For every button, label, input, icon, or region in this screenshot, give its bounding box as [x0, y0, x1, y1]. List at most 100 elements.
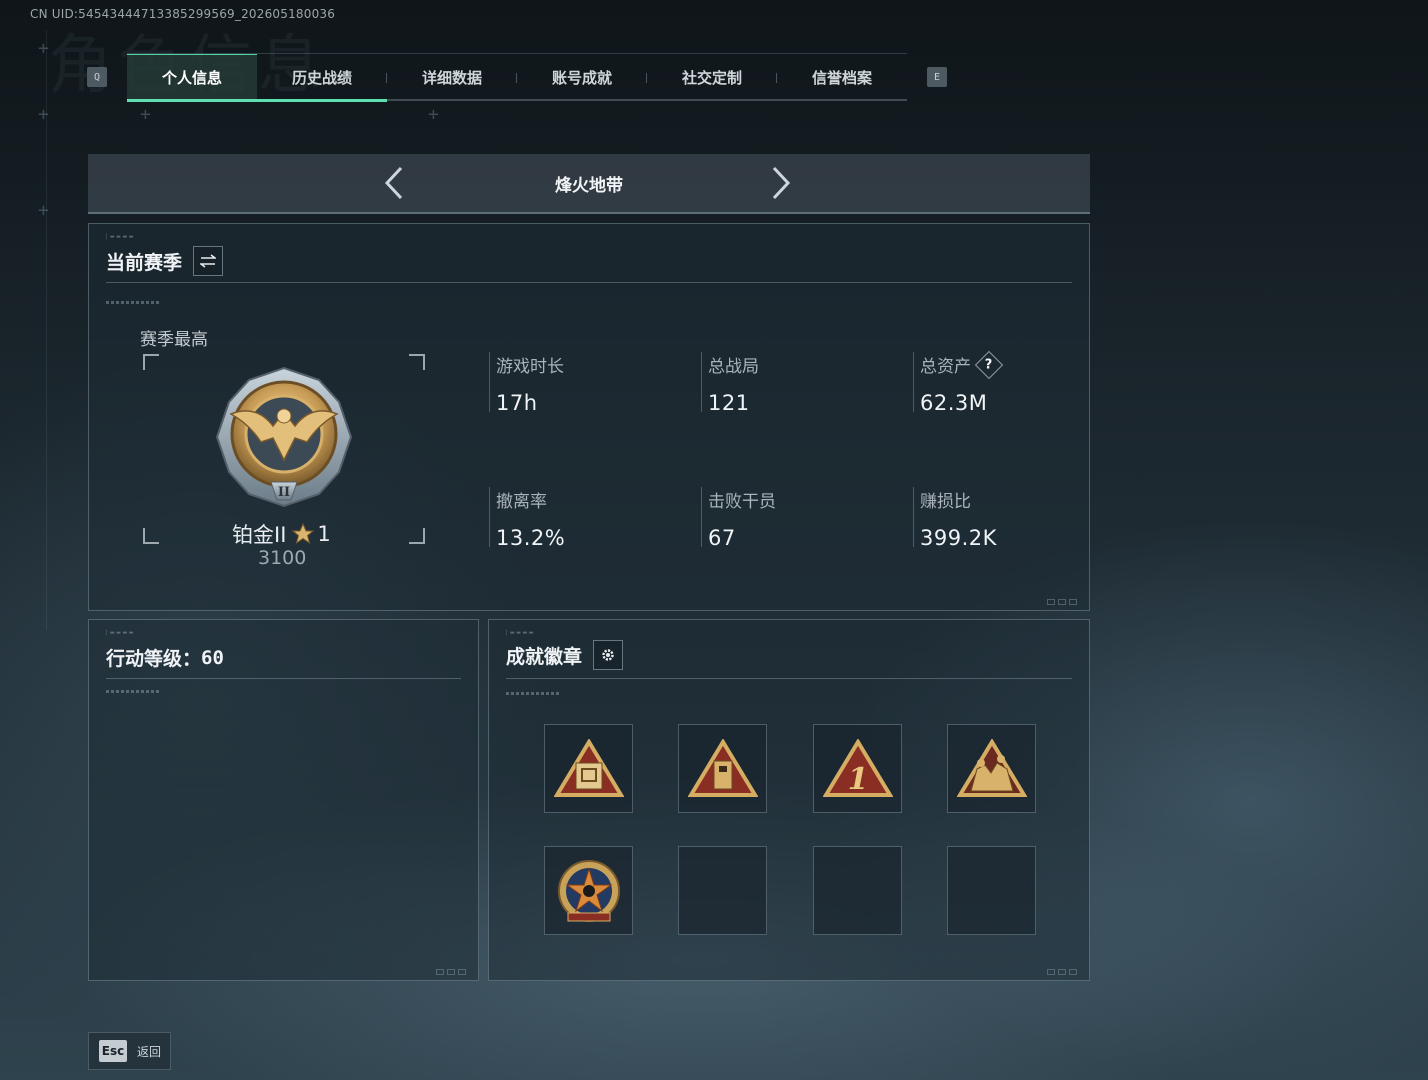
badge-slot[interactable]	[544, 846, 633, 935]
back-button[interactable]: Esc 返回	[88, 1032, 171, 1070]
season-best-label: 赛季最高	[140, 330, 208, 350]
stat-total-matches: 总战局 121	[701, 352, 759, 415]
decor-dashes	[106, 690, 160, 693]
esc-key-chip: Esc	[99, 1040, 127, 1062]
achievement-badges-panel: ▏▬ ▬ ▬ ▬ 成就徽章 1	[488, 619, 1090, 981]
decor-micro-text: ▏▬ ▬ ▬ ▬	[106, 234, 134, 240]
panel-header: 行动等级： 60	[106, 644, 224, 671]
tab-detailed-data[interactable]: 详细数据	[387, 54, 517, 100]
triangle-document-badge-icon	[553, 738, 624, 797]
stat-total-assets: 总资产 ? 62.3M	[913, 350, 1004, 415]
stat-value: 121	[708, 391, 750, 415]
current-season-panel: ▏▬ ▬ ▬ ▬ 当前赛季 赛季最高 II 铂金II 1 3100 游戏时长 1…	[88, 223, 1090, 611]
back-label: 返回	[137, 1044, 162, 1059]
level-title: 行动等级：	[106, 648, 202, 670]
swap-icon	[200, 254, 217, 268]
main-tabs: 个人信息 历史战绩 详细数据 账号成就 社交定制 信誉档案	[127, 53, 907, 102]
tab-social-custom[interactable]: 社交定制	[647, 54, 777, 100]
tab-personal-info[interactable]: 个人信息	[127, 54, 257, 102]
triangle-soldiers-badge-icon	[956, 738, 1027, 797]
frame-corner	[409, 354, 425, 370]
badge-settings-button[interactable]	[593, 640, 624, 670]
svg-text:II: II	[278, 485, 290, 500]
star-icon	[292, 523, 315, 545]
tab-label: 个人信息	[161, 69, 222, 87]
stat-profit-loss-ratio: 赚损比 399.2K	[913, 487, 997, 550]
crosshair-icon: +	[38, 38, 49, 59]
stat-label: 总资产	[920, 357, 971, 377]
rank-name: 铂金II	[232, 523, 287, 547]
decor-micro-text: ▏▬ ▬ ▬ ▬	[106, 630, 134, 636]
crosshair-icon: +	[38, 200, 49, 221]
stat-label: 总战局	[708, 357, 759, 377]
badge-slot[interactable]	[678, 724, 767, 813]
decor-dashes	[506, 692, 560, 695]
stat-play-time: 游戏时长 17h	[489, 352, 564, 415]
stat-value: 62.3M	[920, 391, 988, 415]
next-tab-key[interactable]: E	[927, 67, 947, 87]
stat-label: 击败干员	[708, 492, 776, 512]
crosshair-icon: +	[140, 104, 151, 125]
star-emblem-badge-icon	[557, 859, 620, 922]
rank-stars: 1	[317, 522, 331, 546]
stat-label: 赚损比	[920, 492, 971, 512]
help-icon[interactable]: ?	[974, 350, 1004, 379]
gear-icon	[602, 649, 614, 661]
season-title: 当前赛季	[106, 251, 183, 274]
divider	[506, 678, 1072, 679]
tab-reputation[interactable]: 信誉档案	[777, 54, 907, 100]
frame-corner	[409, 528, 425, 544]
stat-value: 399.2K	[920, 526, 997, 550]
frame-corner	[143, 354, 159, 370]
crosshair-icon: +	[428, 104, 439, 125]
help-icon-glyph: ?	[985, 356, 993, 372]
divider	[106, 282, 1072, 283]
mode-title: 烽火地带	[555, 175, 623, 196]
platinum-rank-emblem-icon: II	[215, 366, 353, 508]
prev-tab-key[interactable]: Q	[87, 67, 107, 87]
frame-corner	[143, 528, 159, 544]
badge-slot-empty[interactable]	[947, 846, 1036, 935]
stat-label: 游戏时长	[496, 357, 564, 377]
stat-value: 13.2%	[496, 526, 566, 550]
stat-value: 67	[708, 526, 736, 550]
triangle-vault-badge-icon	[687, 738, 758, 797]
corner-decor	[436, 969, 466, 975]
triangle-number-one-badge-icon: 1	[822, 738, 893, 797]
badges-title: 成就徽章	[506, 645, 583, 668]
rank-label: 铂金II 1	[232, 519, 331, 549]
switch-season-button[interactable]	[193, 246, 224, 276]
tab-label: 信誉档案	[811, 68, 872, 87]
decor-dashes	[106, 301, 160, 304]
tab-label: 账号成就	[551, 68, 612, 87]
chevron-right-icon[interactable]	[766, 166, 796, 200]
badge-slot[interactable]	[947, 724, 1036, 813]
tab-label: 社交定制	[681, 68, 742, 87]
crosshair-icon: +	[38, 104, 49, 125]
stat-label: 撤离率	[496, 492, 547, 512]
divider	[106, 678, 461, 679]
stat-operators-defeated: 击败干员 67	[701, 487, 776, 550]
panel-header: 当前赛季	[106, 246, 224, 276]
mode-selector: 烽火地带	[88, 154, 1090, 214]
stat-extract-rate: 撤离率 13.2%	[489, 487, 566, 550]
badge-slot-empty[interactable]	[678, 846, 767, 935]
panel-header: 成就徽章	[506, 640, 624, 670]
uid-label: CN UID:54543444713385299569_202605180036	[30, 7, 336, 21]
corner-decor	[1047, 599, 1077, 605]
rank-score: 3100	[258, 547, 307, 569]
badge-slot[interactable]	[544, 724, 633, 813]
action-level-panel: ▏▬ ▬ ▬ ▬ 行动等级： 60	[88, 619, 479, 981]
decor-micro-text: ▏▬ ▬ ▬ ▬	[506, 630, 534, 636]
stat-value: 17h	[496, 391, 538, 415]
badge-slot[interactable]: 1	[813, 724, 902, 813]
badge-slot-empty[interactable]	[813, 846, 902, 935]
tab-account-achievements[interactable]: 账号成就	[517, 54, 647, 100]
corner-decor	[1047, 969, 1077, 975]
level-value: 60	[201, 646, 224, 669]
tab-history[interactable]: 历史战绩	[257, 54, 387, 102]
svg-text:1: 1	[847, 762, 868, 797]
stat-label-row: 总资产 ?	[920, 350, 1004, 379]
tab-label: 详细数据	[421, 68, 482, 87]
tab-label: 历史战绩	[291, 68, 352, 87]
